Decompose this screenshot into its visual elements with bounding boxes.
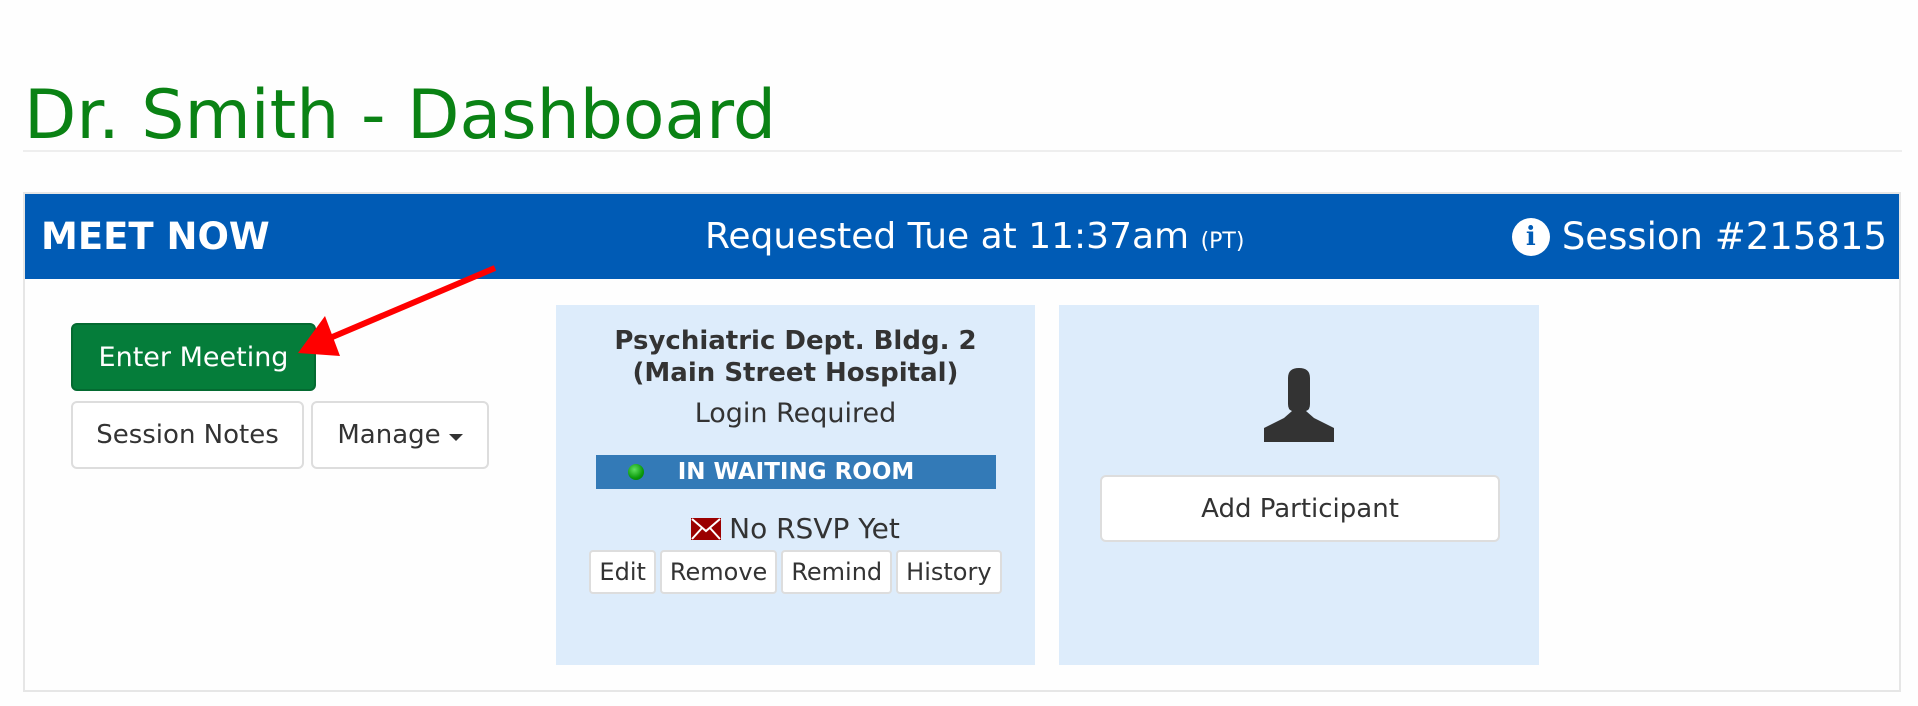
remind-button[interactable]: Remind: [781, 550, 893, 594]
rsvp-text: No RSVP Yet: [729, 512, 900, 545]
status-badge: IN WAITING ROOM: [596, 455, 996, 489]
envelope-icon: [691, 518, 722, 540]
status-text: IN WAITING ROOM: [677, 459, 915, 485]
session-notes-button[interactable]: Session Notes: [71, 401, 304, 469]
caret-down-icon: [448, 433, 463, 441]
participant-card: Psychiatric Dept. Bldg. 2 (Main Street H…: [556, 305, 1035, 665]
add-participant-button[interactable]: Add Participant: [1100, 475, 1500, 542]
session-number: Session #215815: [1561, 215, 1887, 258]
rsvp-status: No RSVP Yet: [556, 511, 1035, 547]
panel-header: MEET NOW Requested Tue at 11:37am (PT) i…: [25, 194, 1899, 279]
requested-text: Requested Tue at 11:37am: [705, 216, 1190, 257]
manage-dropdown-button[interactable]: Manage: [311, 401, 489, 469]
session-info: i Session #215815: [1511, 194, 1887, 279]
edit-button[interactable]: Edit: [589, 550, 656, 594]
participant-location: Psychiatric Dept. Bldg. 2 (Main Street H…: [614, 326, 977, 388]
meet-now-label: MEET NOW: [41, 215, 270, 258]
remove-button[interactable]: Remove: [659, 550, 778, 594]
history-button[interactable]: History: [896, 550, 1002, 594]
page-title: Dr. Smith - Dashboard: [24, 75, 777, 155]
enter-meeting-button[interactable]: Enter Meeting: [71, 323, 316, 391]
status-dot-icon: [628, 464, 644, 480]
meet-now-panel: MEET NOW Requested Tue at 11:37am (PT) i…: [23, 192, 1901, 692]
info-circle-icon[interactable]: i: [1511, 217, 1550, 256]
timezone: (PT): [1200, 229, 1245, 254]
manage-label: Manage: [337, 420, 441, 450]
requested-time: Requested Tue at 11:37am (PT): [705, 194, 1244, 284]
add-participant-card: Add Participant: [1059, 305, 1539, 665]
divider: [23, 150, 1902, 152]
login-status: Login Required: [694, 398, 897, 429]
user-icon: [1264, 368, 1334, 442]
participant-actions: Edit Remove Remind History: [556, 550, 1035, 594]
